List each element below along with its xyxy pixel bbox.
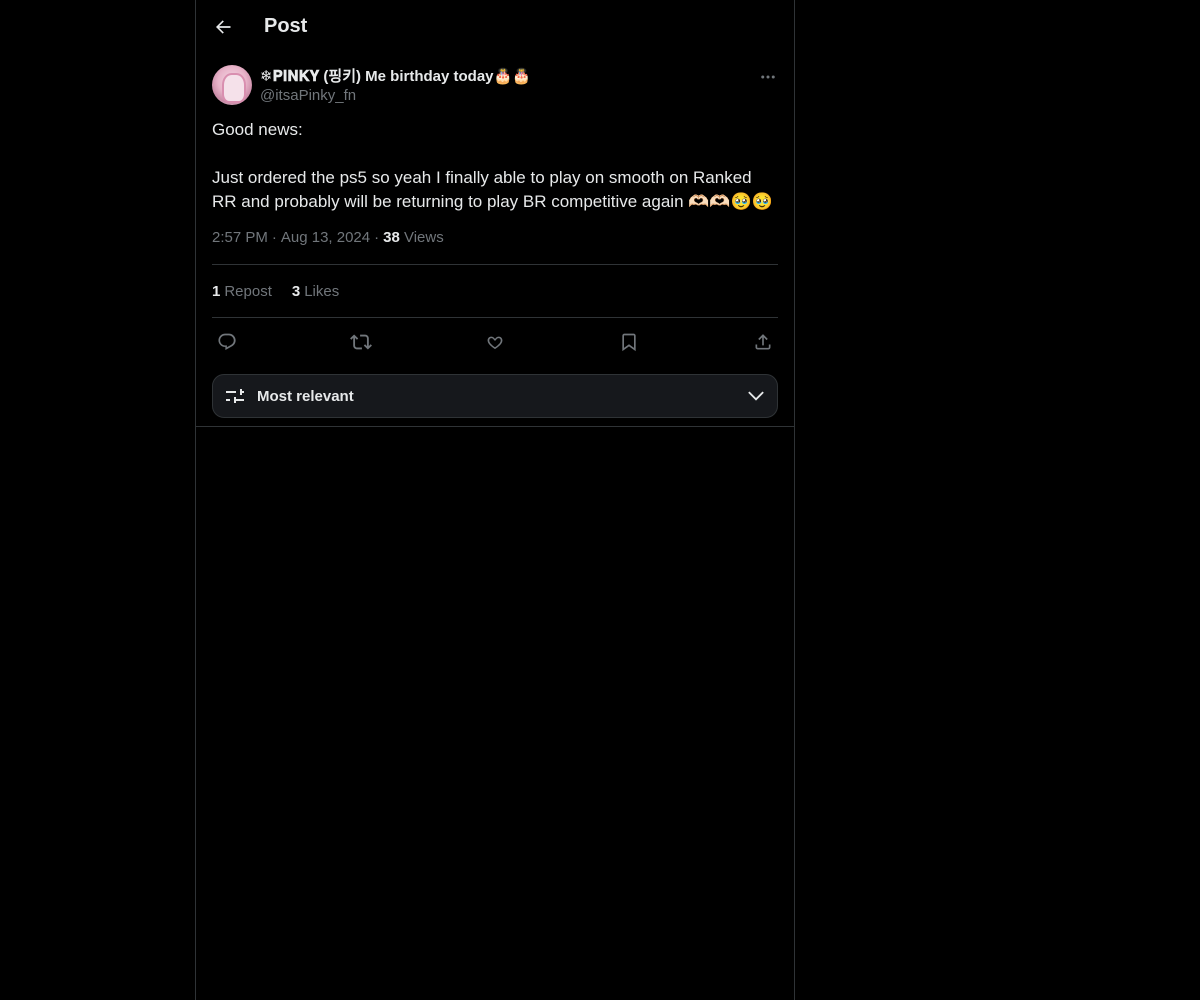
- share-icon: [755, 334, 771, 350]
- separator-dot: ·: [374, 229, 380, 246]
- avatar-image: [222, 73, 246, 103]
- post-actions: [212, 318, 778, 366]
- author-info: ❄𝐏𝐈𝐍𝐊𝐘 (핑키) Me birthday today🎂🎂 @itsaPin…: [260, 67, 531, 106]
- like-button[interactable]: [484, 331, 506, 353]
- page-header: Post: [196, 0, 794, 53]
- back-button[interactable]: [206, 10, 240, 44]
- likes-count: 3: [291, 282, 301, 300]
- repost-button[interactable]: [350, 331, 372, 353]
- reply-icon: [218, 333, 236, 350]
- share-button[interactable]: [752, 331, 774, 353]
- likes-stat[interactable]: 3 Likes: [292, 283, 339, 300]
- post-date[interactable]: Aug 13, 2024: [281, 229, 370, 246]
- bookmark-button[interactable]: [618, 331, 640, 353]
- views-count: 38: [383, 229, 400, 246]
- views-label: Views: [403, 229, 444, 246]
- avatar[interactable]: [212, 65, 252, 105]
- like-icon: [487, 336, 503, 350]
- author-handle[interactable]: @itsaPinky_fn: [260, 86, 531, 106]
- repost-icon: [350, 334, 372, 350]
- reposts-count: 1: [212, 282, 221, 300]
- post-time[interactable]: 2:57 PM: [212, 229, 268, 246]
- separator-dot: ·: [271, 229, 277, 246]
- reposts-stat[interactable]: 1 Repost: [212, 283, 272, 300]
- main-column: Post ❄𝐏𝐈𝐍𝐊𝐘 (핑키) Me birthday today🎂🎂 @it…: [195, 0, 795, 1000]
- page-title: Post: [264, 15, 308, 37]
- post-text: Good news: Just ordered the ps5 so yeah …: [212, 120, 773, 211]
- likes-label: Likes: [304, 282, 340, 300]
- section-divider: [196, 426, 794, 427]
- engagement-stats: 1 Repost 3 Likes: [212, 265, 778, 318]
- sliders-icon: [226, 389, 244, 403]
- more-options-button[interactable]: [758, 67, 778, 87]
- sort-label: Most relevant: [257, 387, 354, 405]
- chevron-down-icon: [748, 391, 764, 401]
- post-meta: 2:57 PM · Aug 13, 2024 · 38 Views: [212, 228, 778, 265]
- arrow-left-icon: [216, 19, 231, 34]
- reposts-label: Repost: [224, 282, 272, 300]
- author-row: ❄𝐏𝐈𝐍𝐊𝐘 (핑키) Me birthday today🎂🎂 @itsaPin…: [212, 65, 778, 106]
- bookmark-icon: [622, 333, 636, 352]
- post-detail: ❄𝐏𝐈𝐍𝐊𝐘 (핑키) Me birthday today🎂🎂 @itsaPin…: [196, 53, 794, 427]
- author-display-name[interactable]: ❄𝐏𝐈𝐍𝐊𝐘 (핑키) Me birthday today🎂🎂: [260, 67, 531, 86]
- more-horizontal-icon: [761, 75, 775, 79]
- reply-sort-dropdown[interactable]: Most relevant: [212, 374, 778, 418]
- reply-button[interactable]: [216, 331, 238, 353]
